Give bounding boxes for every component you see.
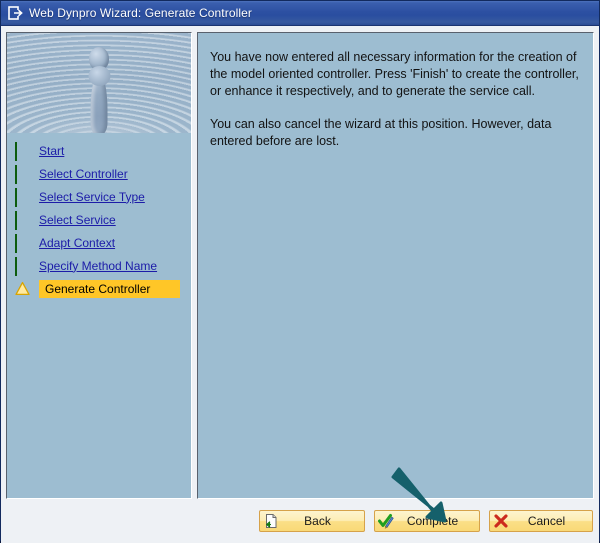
green-sphere-icon	[15, 189, 30, 204]
step-label[interactable]: Select Controller	[39, 167, 128, 181]
green-check-pencil-icon	[378, 513, 394, 529]
back-button[interactable]: Back	[259, 510, 365, 532]
cancel-button[interactable]: Cancel	[489, 510, 593, 532]
wizard-content-panel: You have now entered all necessary infor…	[197, 32, 594, 499]
sidebar-item-adapt-context[interactable]: Adapt Context	[7, 231, 191, 254]
page-back-arrow-icon	[263, 513, 279, 529]
exit-box-arrow-icon	[8, 6, 24, 20]
step-label[interactable]: Adapt Context	[39, 236, 115, 250]
wizard-step-list: Start Select Controller Select Service T…	[7, 133, 191, 498]
window-titlebar: Web Dynpro Wizard: Generate Controller	[1, 1, 599, 26]
wizard-body: Start Select Controller Select Service T…	[1, 26, 599, 499]
droplet-column-shape	[90, 73, 108, 133]
complete-button-label: Complete	[406, 514, 459, 528]
green-sphere-icon	[15, 166, 30, 181]
cancel-button-label: Cancel	[527, 514, 566, 528]
step-label[interactable]: Select Service Type	[39, 190, 145, 204]
window-title: Web Dynpro Wizard: Generate Controller	[29, 6, 252, 20]
green-sphere-icon	[15, 143, 30, 158]
sidebar-item-select-controller[interactable]: Select Controller	[7, 162, 191, 185]
step-label[interactable]: Generate Controller	[39, 279, 181, 298]
red-x-icon	[493, 513, 509, 529]
wizard-window: Web Dynpro Wizard: Generate Controller S…	[0, 0, 600, 543]
step-label[interactable]: Select Service	[39, 213, 116, 227]
green-sphere-icon	[15, 212, 30, 227]
water-droplet-splash-image	[7, 33, 191, 133]
sidebar-item-specify-method-name[interactable]: Specify Method Name	[7, 254, 191, 277]
sidebar-item-generate-controller[interactable]: Generate Controller	[7, 277, 191, 300]
content-paragraph-1: You have now entered all necessary infor…	[210, 50, 579, 98]
sidebar-item-select-service-type[interactable]: Select Service Type	[7, 185, 191, 208]
green-sphere-icon	[15, 258, 30, 273]
content-text-block: You have now entered all necessary infor…	[198, 33, 593, 150]
back-button-label: Back	[304, 514, 331, 528]
complete-button[interactable]: Complete	[374, 510, 480, 532]
sidebar-item-start[interactable]: Start	[7, 139, 191, 162]
sidebar-item-select-service[interactable]: Select Service	[7, 208, 191, 231]
green-sphere-icon	[15, 235, 30, 250]
warning-triangle-icon	[15, 281, 30, 296]
wizard-steps-panel: Start Select Controller Select Service T…	[6, 32, 192, 499]
wizard-footer: Back Complete Cancel	[1, 499, 599, 543]
step-label[interactable]: Specify Method Name	[39, 259, 157, 273]
content-paragraph-2: You can also cancel the wizard at this p…	[210, 117, 552, 148]
step-label[interactable]: Start	[39, 144, 64, 158]
